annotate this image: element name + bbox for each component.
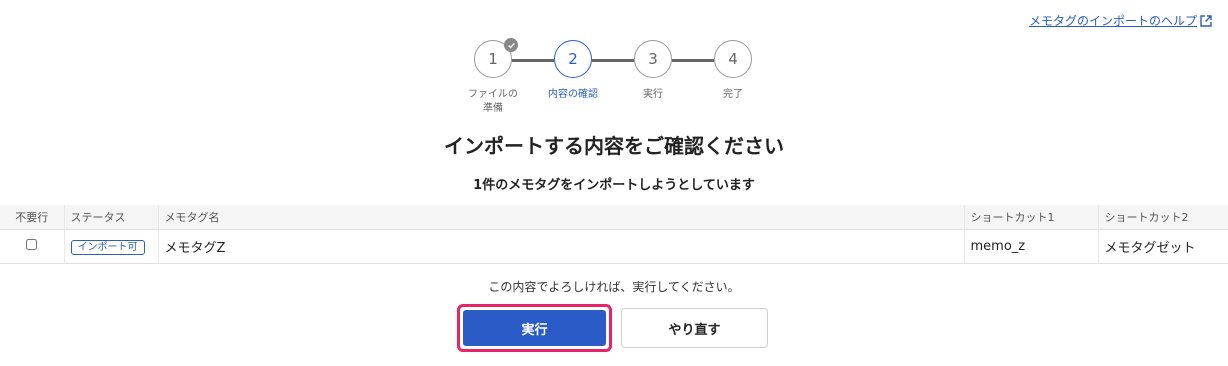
external-link-icon xyxy=(1200,14,1212,27)
page-title: インポートする内容をご確認ください xyxy=(444,134,784,158)
step-1-circle: 1 xyxy=(474,38,518,78)
header-status: ステータス xyxy=(63,205,158,230)
step-4-label: 完了 xyxy=(723,89,743,100)
import-stepper: 1 2 3 4 ファイルの 準備 内容の確認 実行 完了 xyxy=(468,38,756,120)
step-2-label: 内容の確認 xyxy=(548,89,598,100)
shortcut-1-cell: memo_z xyxy=(963,229,1098,264)
step-3-label: 実行 xyxy=(643,89,663,100)
memotag-name-cell: メモタグZ xyxy=(157,229,964,264)
step-connector xyxy=(672,59,714,62)
step-1-label: ファイルの 準備 xyxy=(468,89,518,114)
status-badge: インポート可 xyxy=(70,239,145,255)
status-cell: インポート可 xyxy=(63,229,158,264)
step-4-circle: 4 xyxy=(714,40,752,78)
confirm-message: この内容でよろしければ、実行してください。 xyxy=(488,280,740,294)
header-unneeded-row: 不要行 xyxy=(0,205,64,230)
step-connector xyxy=(592,59,634,62)
step-4-number: 4 xyxy=(728,50,738,68)
step-2-number: 2 xyxy=(568,50,578,68)
header-memotag-name: メモタグ名 xyxy=(157,205,964,230)
check-icon xyxy=(504,38,518,52)
table-header-row: 不要行 ステータス メモタグ名 ショートカット1 ショートカット2 xyxy=(0,205,1228,230)
shortcut-2-cell: メモタグゼット xyxy=(1097,229,1228,264)
unneeded-checkbox[interactable] xyxy=(26,239,38,250)
header-shortcut-2: ショートカット2 xyxy=(1097,205,1228,230)
help-link-label: メモタグのインポートのヘルプ xyxy=(1028,14,1197,28)
step-connector xyxy=(512,59,554,62)
import-count-message: 1件のメモタグをインポートしようとしています xyxy=(473,178,755,193)
redo-button[interactable]: やり直す xyxy=(621,308,768,348)
table-row: インポート可 メモタグZ memo_z メモタグゼット xyxy=(0,229,1228,264)
step-1-number: 1 xyxy=(488,50,498,68)
step-3-circle: 3 xyxy=(634,40,672,78)
import-help-link[interactable]: メモタグのインポートのヘルプ xyxy=(1029,12,1212,29)
run-button-highlight: 実行 xyxy=(457,304,612,352)
unneeded-cell xyxy=(0,229,64,264)
step-2-circle: 2 xyxy=(554,40,592,78)
header-shortcut-1: ショートカット1 xyxy=(963,205,1098,230)
step-3-number: 3 xyxy=(648,50,658,68)
import-preview-table: 不要行 ステータス メモタグ名 ショートカット1 ショートカット2 インポート可… xyxy=(0,205,1228,264)
run-button[interactable]: 実行 xyxy=(463,310,606,346)
